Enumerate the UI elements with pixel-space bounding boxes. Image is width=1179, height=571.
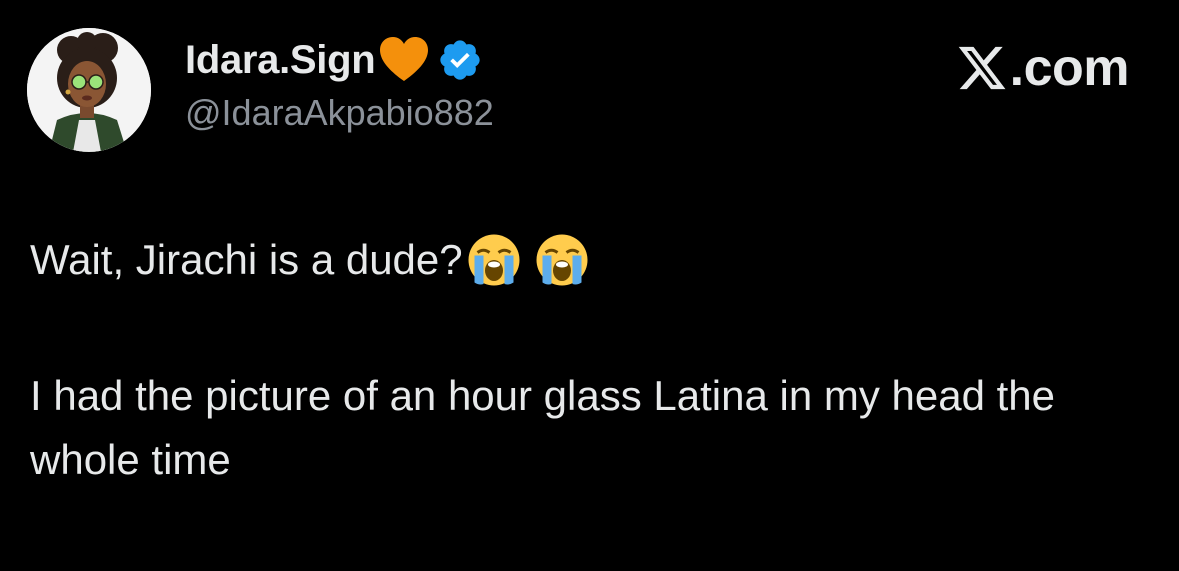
tweet-paragraph-2: I had the picture of an hour glass Latin… bbox=[30, 372, 1056, 483]
orange-heart-icon bbox=[380, 37, 429, 81]
avatar[interactable] bbox=[27, 28, 151, 152]
x-brand-watermark: .com bbox=[956, 39, 1130, 97]
author-display-name[interactable]: Idara.Sign bbox=[185, 38, 376, 83]
loudly-crying-face-icon bbox=[536, 234, 588, 286]
brand-domain-text: .com bbox=[1009, 39, 1130, 97]
x-logo-icon bbox=[958, 46, 1006, 90]
loudly-crying-face-icon bbox=[468, 234, 520, 286]
tweet-line-1: Wait, Jirachi is a dude? bbox=[30, 228, 1140, 292]
verified-badge-icon[interactable] bbox=[437, 37, 483, 83]
tweet-text: Wait, Jirachi is a dude? I had the pictu… bbox=[30, 228, 1140, 492]
author-handle[interactable]: @IdaraAkpabio882 bbox=[185, 92, 494, 134]
author-name-row: Idara.Sign bbox=[185, 34, 483, 86]
tweet-line-1-text: Wait, Jirachi is a dude? bbox=[30, 236, 463, 283]
avatar-illustration bbox=[27, 28, 151, 152]
